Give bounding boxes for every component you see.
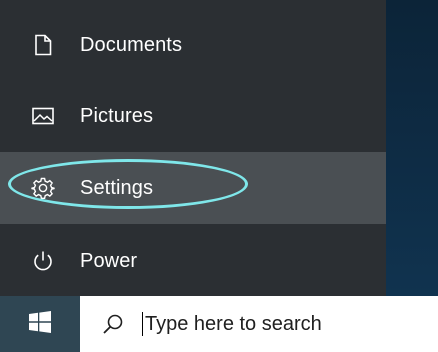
start-menu-item-label: Power xyxy=(80,249,138,272)
start-menu-item-label: Pictures xyxy=(80,104,154,127)
start-menu-item-label: Settings xyxy=(80,176,154,199)
search-icon xyxy=(100,311,126,337)
desktop-background xyxy=(386,0,438,296)
document-icon xyxy=(30,32,56,58)
taskbar: Type here to search xyxy=(0,296,438,352)
gear-icon xyxy=(30,175,56,201)
windows-logo-icon xyxy=(29,310,51,338)
start-menu-item-label: Documents xyxy=(80,33,183,56)
pictures-icon xyxy=(30,103,56,129)
search-placeholder: Type here to search xyxy=(145,312,322,335)
start-menu: Documents Pictures Settings Power xyxy=(0,0,386,296)
search-box[interactable]: Type here to search xyxy=(80,296,438,352)
start-menu-item-pictures[interactable]: Pictures xyxy=(0,85,386,147)
start-button[interactable] xyxy=(0,296,80,352)
text-caret xyxy=(142,312,143,336)
start-menu-item-documents[interactable]: Documents xyxy=(0,14,386,76)
screen: Documents Pictures Settings Power Type h… xyxy=(0,0,438,352)
start-menu-item-power[interactable]: Power xyxy=(0,230,386,292)
power-icon xyxy=(30,248,56,274)
start-menu-item-settings[interactable]: Settings xyxy=(0,152,386,224)
